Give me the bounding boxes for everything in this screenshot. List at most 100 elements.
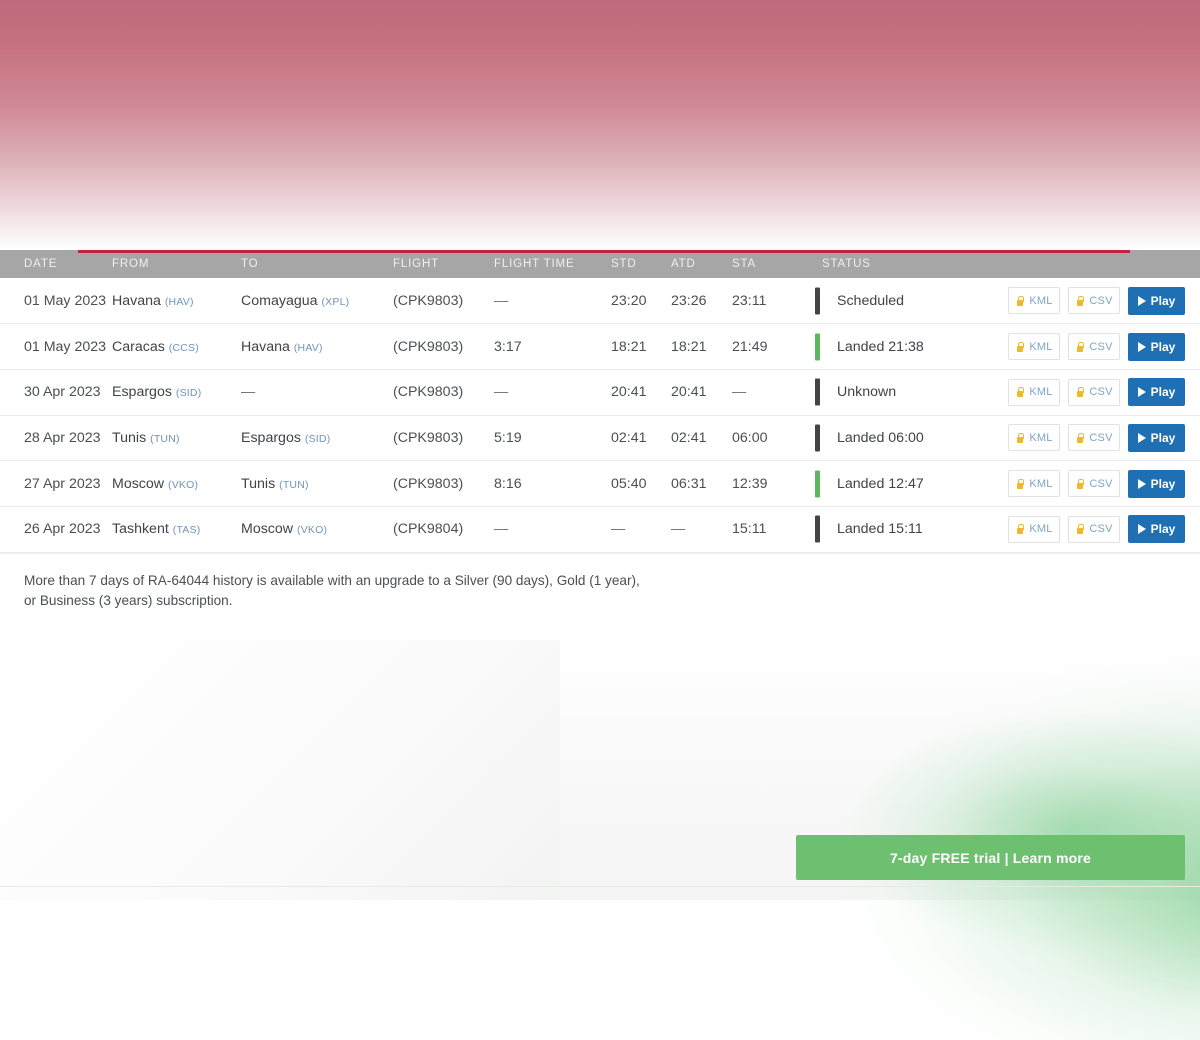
kml-download-button[interactable]: KML [1008,516,1060,543]
play-button[interactable]: Play [1128,378,1185,406]
cell-sta: 12:39 [732,461,800,507]
csv-lock-icon [1075,524,1084,535]
play-button[interactable]: Play [1128,287,1185,315]
play-button[interactable]: Play [1128,333,1185,361]
cell-sta: 06:00 [732,415,800,461]
cell-date: 27 Apr 2023 [24,476,101,492]
upgrade-note-line-2: or Business (3 years) subscription. [24,593,233,608]
cell-std: — [611,506,671,552]
csv-download-button[interactable]: CSV [1068,379,1120,406]
play-button[interactable]: Play [1128,515,1185,543]
kml-download-button[interactable]: KML [1008,287,1060,314]
table-row[interactable]: 30 Apr 2023Espargos (SID)—(CPK9803)—20:4… [0,369,1200,415]
csv-download-button[interactable]: CSV [1068,333,1120,360]
table-row[interactable]: 27 Apr 2023Moscow (VKO)Tunis (TUN)(CPK98… [0,461,1200,507]
cell-ftime: 5:19 [494,415,611,461]
flight-time: — [494,521,508,537]
cell-to: Tunis (TUN) [241,461,393,507]
free-trial-button[interactable]: 7-day FREE trial | Learn more [796,835,1185,880]
std-time: 23:20 [611,293,647,309]
kml-download-button[interactable]: KML [1008,424,1060,451]
flight-time: 5:19 [494,430,522,446]
csv-lock-icon [1075,478,1084,489]
column-header-atd[interactable]: ATD [671,250,732,278]
kml-download-button[interactable]: KML [1008,379,1060,406]
cell-date: 28 Apr 2023 [0,415,112,461]
kml-download-button-label: KML [1029,386,1052,398]
kml-download-button[interactable]: KML [1008,470,1060,497]
column-header-date[interactable]: DATE [0,250,112,278]
upgrade-footer: More than 7 days of RA-64044 history is … [0,553,1200,627]
column-header-to[interactable]: TO [241,250,393,278]
cell-flight: (CPK9803) [393,415,494,461]
table-row[interactable]: 01 May 2023Havana (HAV)Comayagua (XPL)(C… [0,278,1200,324]
kml-lock-icon [1015,295,1024,306]
column-header-status[interactable]: STATUS [800,250,1000,278]
table-header: DATE FROM TO FLIGHT FLIGHT TIME STD ATD … [0,250,1200,278]
std-time: 18:21 [611,339,647,355]
cell-date: 30 Apr 2023 [24,384,101,400]
csv-download-button[interactable]: CSV [1068,470,1120,497]
csv-download-button[interactable]: CSV [1068,287,1120,314]
upgrade-note: More than 7 days of RA-64044 history is … [24,571,764,611]
flight-time: 3:17 [494,339,522,355]
cell-std: 23:20 [611,278,671,324]
to-iata-code: (HAV) [294,342,323,354]
table-row[interactable]: 26 Apr 2023Tashkent (TAS)Moscow (VKO)(CP… [0,506,1200,552]
sta-time: 12:39 [732,476,768,492]
to-city: Moscow [241,521,293,537]
play-triangle-icon [1138,387,1146,397]
csv-download-button[interactable]: CSV [1068,516,1120,543]
play-button-label: Play [1151,431,1176,445]
status-indicator-bar [815,516,820,543]
cell-date: 01 May 2023 [0,278,112,324]
csv-download-button-label: CSV [1089,386,1112,398]
cell-from: Havana (HAV) [112,278,241,324]
kml-download-button[interactable]: KML [1008,333,1060,360]
flight-number: (CPK9803) [393,430,463,446]
from-city: Espargos [112,384,172,400]
cell-flight: (CPK9803) [393,324,494,370]
cell-atd: 20:41 [671,369,732,415]
cell-actions: KML CSV Play [1000,461,1200,507]
cell-std: 20:41 [611,369,671,415]
atd-time: 23:26 [671,293,707,309]
play-button-label: Play [1151,340,1176,354]
play-triangle-icon [1138,296,1146,306]
play-button[interactable]: Play [1128,470,1185,498]
column-header-flight-time[interactable]: FLIGHT TIME [494,250,611,278]
column-header-actions [1000,250,1200,278]
csv-download-button[interactable]: CSV [1068,424,1120,451]
column-header-sta[interactable]: STA [732,250,800,278]
play-button[interactable]: Play [1128,424,1185,452]
column-header-from[interactable]: FROM [112,250,241,278]
table-row[interactable]: 01 May 2023Caracas (CCS)Havana (HAV)(CPK… [0,324,1200,370]
column-header-std[interactable]: STD [611,250,671,278]
cell-actions: KML CSV Play [1000,415,1200,461]
cell-date: 01 May 2023 [24,293,106,309]
cell-atd: — [671,506,732,552]
std-time: — [611,521,625,537]
status-text: Landed 15:11 [837,521,923,537]
std-time: 02:41 [611,430,647,446]
csv-lock-icon [1075,432,1084,443]
csv-download-button-label: CSV [1089,478,1112,490]
cell-ftime: 3:17 [494,324,611,370]
play-button-label: Play [1151,522,1176,536]
status-indicator-bar [815,287,820,314]
atd-time: 20:41 [671,384,707,400]
cell-to: Comayagua (XPL) [241,278,393,324]
kml-download-button-label: KML [1029,295,1052,307]
csv-lock-icon [1075,341,1084,352]
sta-time: 15:11 [732,521,766,537]
cell-sta: 15:11 [732,506,800,552]
table-row[interactable]: 28 Apr 2023Tunis (TUN)Espargos (SID)(CPK… [0,415,1200,461]
table-header-row: DATE FROM TO FLIGHT FLIGHT TIME STD ATD … [0,250,1200,278]
column-header-flight[interactable]: FLIGHT [393,250,494,278]
cell-sta: 23:11 [732,278,800,324]
flight-time: 8:16 [494,476,522,492]
cell-from: Tashkent (TAS) [112,506,241,552]
cell-date: 01 May 2023 [0,324,112,370]
kml-lock-icon [1015,478,1024,489]
cell-date: 30 Apr 2023 [0,369,112,415]
